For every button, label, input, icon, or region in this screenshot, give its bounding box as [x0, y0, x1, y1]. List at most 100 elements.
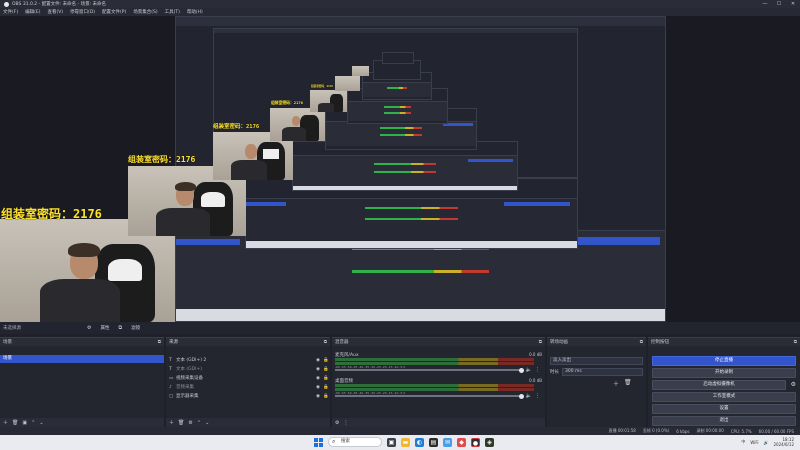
remove-transition-icon[interactable]: 🗑: [624, 379, 632, 388]
speaker-icon[interactable]: 🔈: [526, 393, 532, 399]
scene-filter-icon[interactable]: ▣: [22, 420, 27, 426]
scenes-title: 场景: [3, 340, 12, 345]
status-live: 直播 00:01:58: [608, 428, 636, 433]
dock-float-icon[interactable]: ⧉: [640, 339, 643, 345]
minimize-button[interactable]: —: [758, 0, 772, 8]
close-button[interactable]: ✕: [786, 0, 800, 8]
properties-button[interactable]: 属性: [97, 324, 112, 332]
store-icon[interactable]: ▤: [429, 437, 438, 447]
duration-input[interactable]: 300 ms: [562, 367, 643, 376]
taskbar-center: 搜索 ▣ ▬ ◐ ▤ ✉ ◆ ● ◈: [314, 437, 494, 447]
source-label: 音频采集: [176, 385, 194, 390]
move-up-icon[interactable]: ⌃: [197, 420, 201, 426]
channel-menu-icon[interactable]: ⋮: [535, 393, 540, 399]
source-item[interactable]: ▢ 显示器采集 ◉ 🔒: [166, 392, 330, 400]
app-red-icon[interactable]: ◆: [457, 437, 466, 447]
settings-button[interactable]: 设置: [652, 404, 796, 414]
wifi-icon[interactable]: WiFi: [750, 440, 758, 445]
room-password-overlay-4: 组装室密码：2176: [271, 100, 303, 105]
volume-slider[interactable]: [335, 393, 524, 399]
preview-canvas[interactable]: 组装室密码：2176 组装室密码：2176 组装室密码：2176 组装室密码：2…: [0, 16, 800, 322]
lock-icon[interactable]: 🔒: [322, 367, 330, 372]
level-meter: [335, 384, 534, 387]
move-down-icon[interactable]: ⌄: [39, 420, 43, 426]
source-item[interactable]: ♪ 音频采集 ◉ 🔒: [166, 383, 330, 391]
lang-indicator[interactable]: 中: [741, 439, 745, 445]
system-tray: 中 WiFi 🔊 18:12 2024/6/12: [741, 437, 794, 447]
remove-source-icon[interactable]: 🗑: [178, 420, 184, 426]
menu-profile[interactable]: 配置文件(P): [102, 9, 126, 15]
dock-float-icon[interactable]: ⧉: [158, 339, 161, 345]
dock-float-icon[interactable]: ⧉: [324, 339, 327, 345]
visibility-eye-icon[interactable]: ◉: [314, 367, 322, 372]
clock[interactable]: 18:12 2024/6/12: [773, 437, 794, 447]
menu-edit[interactable]: 编辑(E): [25, 9, 40, 15]
obs-taskbar-icon[interactable]: ●: [471, 437, 480, 447]
add-scene-icon[interactable]: ＋: [3, 419, 8, 426]
exit-button[interactable]: 退出: [652, 416, 796, 426]
edge-browser-icon[interactable]: ◐: [415, 437, 424, 447]
remove-scene-icon[interactable]: 🗑: [12, 420, 18, 426]
menu-tools[interactable]: 工具(T): [165, 9, 180, 15]
taskbar-search[interactable]: 搜索: [328, 437, 382, 447]
file-explorer-icon[interactable]: ▬: [401, 437, 410, 447]
lock-icon[interactable]: 🔒: [322, 358, 330, 363]
menu-file[interactable]: 文件(F): [3, 9, 18, 15]
source-settings-icon[interactable]: ⚙: [188, 420, 192, 426]
virtual-camera-settings-icon[interactable]: ⚙: [791, 381, 796, 388]
volume-slider[interactable]: [335, 367, 524, 373]
dock-float-icon[interactable]: ⧉: [539, 339, 542, 345]
room-password-overlay-3: 组装室密码：2176: [213, 124, 260, 130]
transition-select[interactable]: 淡入淡出: [550, 356, 643, 365]
status-cpu: CPU: 5.7%: [730, 428, 752, 434]
channel-menu-icon[interactable]: ⋮: [535, 367, 540, 373]
maximize-button[interactable]: ☐: [772, 0, 786, 8]
menu-docks[interactable]: 停靠窗口(D): [70, 9, 95, 15]
lock-icon[interactable]: 🔒: [322, 385, 330, 390]
mixer-title: 混音器: [335, 340, 349, 345]
visibility-eye-icon[interactable]: ◉: [314, 358, 322, 363]
filter-icon[interactable]: ⧉: [118, 325, 122, 331]
status-bar: 直播 00:01:58 丢帧 0 (0.0%) 6 kbps 录制 00:00:…: [0, 427, 800, 435]
windows-start-icon[interactable]: [314, 437, 323, 447]
studio-mode-button[interactable]: 工作室模式: [652, 392, 796, 402]
obs-logo-icon: [4, 1, 9, 7]
scenes-footer: ＋ 🗑 ▣ ⌃ ⌄: [0, 418, 164, 427]
stop-streaming-button[interactable]: 停止直播: [652, 356, 796, 366]
menu-scene-collection[interactable]: 场景集合(S): [133, 9, 157, 15]
source-item[interactable]: T 文本 (GDI+) 2 ◉ 🔒: [166, 356, 330, 364]
status-recording: 录制 00:00:00: [696, 428, 724, 433]
task-view-icon[interactable]: ▣: [387, 437, 396, 447]
lock-icon[interactable]: 🔒: [322, 376, 330, 381]
move-up-icon[interactable]: ⌃: [31, 420, 35, 426]
window-controls: — ☐ ✕: [758, 0, 800, 8]
menu-view[interactable]: 查看(V): [47, 9, 63, 15]
app-green-icon[interactable]: ◈: [485, 437, 494, 447]
start-virtual-camera-button[interactable]: 启动虚拟摄像机: [652, 380, 786, 390]
visibility-eye-icon[interactable]: ◉: [314, 376, 322, 381]
advanced-audio-icon[interactable]: ⚙: [335, 420, 339, 426]
volume-icon[interactable]: 🔊: [764, 440, 769, 445]
move-down-icon[interactable]: ⌄: [205, 420, 209, 426]
scene-item[interactable]: 场景: [0, 355, 164, 363]
dock-float-icon[interactable]: ⧉: [794, 339, 797, 345]
add-source-icon[interactable]: ＋: [169, 419, 174, 426]
mail-icon[interactable]: ✉: [443, 437, 452, 447]
visibility-eye-icon[interactable]: ◉: [314, 385, 322, 390]
gear-icon[interactable]: ⚙: [87, 325, 91, 331]
menu-help[interactable]: 帮助(H): [187, 9, 203, 15]
title-bar: OBS 31.0.2 - 配置文件: 未命名 - 场景: 未命名 — ☐ ✕: [0, 0, 800, 8]
sources-dock: 来源 ⧉ T 文本 (GDI+) 2 ◉ 🔒 T 文本 (GDI+) ◉ 🔒 ▭…: [166, 337, 330, 427]
source-item[interactable]: T 文本 (GDI+) ◉ 🔒: [166, 365, 330, 373]
add-transition-icon[interactable]: ＋: [613, 379, 619, 388]
visibility-eye-icon[interactable]: ◉: [314, 394, 322, 399]
sources-title: 来源: [169, 340, 178, 345]
start-recording-button[interactable]: 开始录制: [652, 368, 796, 378]
speaker-icon[interactable]: 🔈: [526, 367, 532, 373]
source-label: 显示器采集: [176, 394, 199, 399]
mixer-menu-icon[interactable]: ⋮: [343, 420, 348, 426]
source-item[interactable]: ▭ 视频采集设备 ◉ 🔒: [166, 374, 330, 382]
lock-icon[interactable]: 🔒: [322, 394, 330, 399]
filters-button[interactable]: 滤镜: [128, 324, 143, 332]
status-dropped-frames: 丢帧 0 (0.0%): [642, 428, 670, 433]
